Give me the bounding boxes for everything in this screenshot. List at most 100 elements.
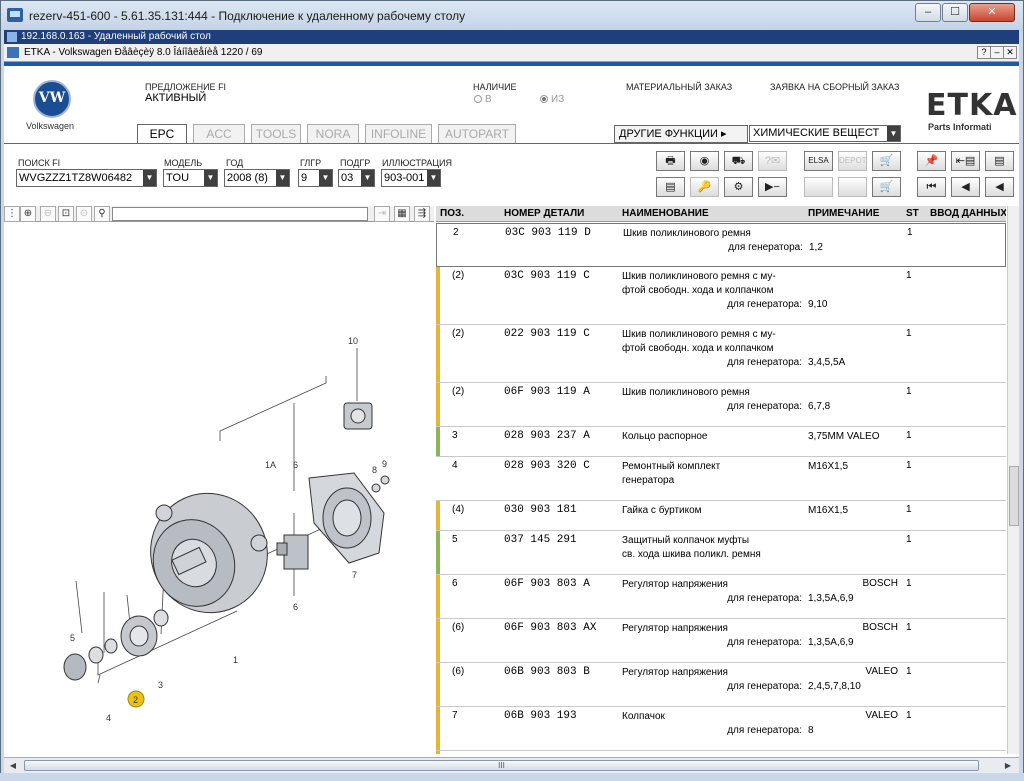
row-part-number[interactable]: 03C 903 119 C: [504, 270, 590, 282]
magnifier-icon[interactable]: ⚲: [94, 206, 110, 222]
zoom-in-icon[interactable]: ⊕: [20, 206, 36, 222]
tab-tools[interactable]: TOOLS: [251, 124, 301, 143]
assembly-order-link[interactable]: ЗАЯВКА НА СБОРНЫЙ ЗАКАЗ: [770, 82, 899, 92]
table-row[interactable]: (7)06B 903 193 BКолпачокVALEO1: [436, 751, 1006, 754]
illustration-select[interactable]: 903-001 ▼: [381, 169, 441, 187]
callout-3[interactable]: 3: [158, 680, 163, 690]
blank-button[interactable]: [804, 177, 833, 197]
exploded-view-drawing[interactable]: 10 1A 6 8 9 7 6 1 5 4 2 3: [4, 223, 434, 753]
expand-icon[interactable]: ⇶: [414, 206, 430, 222]
table-row[interactable]: (6) 06B 903 803 B Регулятор напряжения для …: [436, 663, 1006, 707]
help-mail-icon[interactable]: ?✉: [758, 151, 787, 171]
zoom-fit-icon[interactable]: ⊡: [58, 206, 74, 222]
material-order-link[interactable]: МАТЕРИАЛЬНЫЙ ЗАКАЗ: [626, 82, 732, 92]
row-part-number[interactable]: 06F 903 803 A: [504, 578, 590, 590]
copy-icon[interactable]: ⇥: [374, 206, 390, 222]
tab-infoline[interactable]: INFOLINE: [365, 124, 432, 143]
subgroup-select[interactable]: 03 ▼: [338, 169, 375, 187]
depot-icon[interactable]: DEPOT: [838, 151, 867, 171]
etka-close-button[interactable]: ✕: [1003, 46, 1017, 59]
prev-page-icon[interactable]: ◀: [951, 177, 980, 197]
row-part-number[interactable]: 022 903 119 C: [504, 328, 590, 340]
col-part-number[interactable]: НОМЕР ДЕТАЛИ: [504, 208, 584, 219]
row-part-number[interactable]: 03C 903 119 D: [505, 227, 591, 239]
truck-icon[interactable]: ⛟: [724, 151, 753, 171]
callout-1a[interactable]: 1A: [265, 460, 276, 470]
first-page-icon[interactable]: ⏮: [917, 177, 946, 197]
rdp-title-bar[interactable]: rezerv-451-600 - 5.61.35.131:444 - Подкл…: [1, 1, 1023, 31]
close-button[interactable]: ✕: [969, 3, 1015, 22]
vertical-scroll-thumb[interactable]: [1009, 466, 1019, 526]
chemicals-dropdown[interactable]: ХИМИЧЕСКИЕ ВЕЩЕСТ ▼: [749, 125, 901, 142]
drawing-search-field[interactable]: [112, 207, 368, 221]
print-icon[interactable]: 🖶: [656, 151, 685, 171]
tab-autopart[interactable]: AUTOPART: [438, 124, 516, 143]
vertical-scrollbar[interactable]: [1007, 206, 1019, 754]
table-row[interactable]: 5 037 145 291 Защитный колпачок муфты св. х…: [436, 531, 1006, 575]
row-part-number[interactable]: 06F 903 119 A: [504, 386, 590, 398]
play-minus-icon[interactable]: ▶−: [758, 177, 787, 197]
table-row[interactable]: (2) 03C 903 119 C Шкив поликлинового ремня…: [436, 267, 1006, 325]
etka-minimize-button[interactable]: ‒: [990, 46, 1004, 59]
row-part-number[interactable]: 06B 903 193: [504, 710, 577, 722]
blank-button[interactable]: [838, 177, 867, 197]
minimize-button[interactable]: ‒: [915, 3, 941, 22]
row-part-number[interactable]: 030 903 181: [504, 504, 577, 516]
zoom-reset-icon[interactable]: ⊙: [76, 206, 92, 222]
scroll-left-icon[interactable]: ◀: [6, 760, 20, 771]
scroll-right-icon[interactable]: ▶: [1001, 760, 1015, 771]
cart-add-icon[interactable]: 🛒: [872, 177, 901, 197]
callout-8[interactable]: 8: [372, 465, 377, 475]
tab-acc[interactable]: ACC: [193, 124, 245, 143]
main-group-select[interactable]: 9 ▼: [298, 169, 333, 187]
table-row[interactable]: 6 06F 903 803 A Регулятор напряжения для ге…: [436, 575, 1006, 619]
cart-icon[interactable]: 🛒: [872, 151, 901, 171]
model-select[interactable]: TOU ▼: [163, 169, 218, 187]
row-part-number[interactable]: 028 903 320 C: [504, 460, 590, 472]
col-data-entry[interactable]: ВВОД ДАННЫХ: [930, 208, 1006, 219]
availability-radio-v[interactable]: В: [474, 94, 492, 105]
table-row[interactable]: (4) 030 903 181 Гайка с буртиком M16X1,5 1: [436, 501, 1006, 531]
etka-title-bar[interactable]: ETKA - Volkswagen Ðåâèçèÿ 8.0 Îáíîâëåíèå…: [4, 44, 1019, 62]
table-row[interactable]: (2) 06F 903 119 A Шкив поликлинового ремня…: [436, 383, 1006, 427]
col-note[interactable]: ПРИМЕЧАНИЕ: [808, 208, 879, 219]
horizontal-scroll-thumb[interactable]: III: [24, 760, 979, 771]
drag-handle-icon[interactable]: ⋮: [4, 206, 20, 222]
key-icon[interactable]: 🔑: [690, 177, 719, 197]
table-row[interactable]: (2) 022 903 119 C Шкив поликлинового ремня…: [436, 325, 1006, 383]
col-name[interactable]: НАИМЕНОВАНИЕ: [622, 208, 709, 219]
maximize-button[interactable]: ☐: [942, 3, 968, 22]
callout-1[interactable]: 1: [233, 655, 238, 665]
table-row[interactable]: 7 06B 903 193 Колпачок для генератора: 8 VALE…: [436, 707, 1006, 751]
help-button[interactable]: ?: [977, 46, 991, 59]
vin-search-field[interactable]: WVGZZZ1TZ8W06482 ▼: [16, 169, 157, 187]
row-part-number[interactable]: 037 145 291: [504, 534, 577, 546]
back-list-icon[interactable]: ⇤▤: [951, 151, 980, 171]
callout-2[interactable]: 2: [133, 695, 138, 705]
tab-nora[interactable]: NORA: [307, 124, 359, 143]
col-st[interactable]: ST: [906, 208, 919, 219]
disc-icon[interactable]: ◉: [690, 151, 719, 171]
horizontal-scrollbar[interactable]: ◀ III ▶: [4, 757, 1019, 773]
callout-10[interactable]: 10: [348, 336, 358, 346]
col-pos[interactable]: ПОЗ.: [440, 208, 464, 219]
year-select[interactable]: 2008 (8) ▼: [224, 169, 290, 187]
callout-4[interactable]: 4: [106, 713, 111, 723]
row-part-number[interactable]: 06F 903 803 AX: [504, 622, 596, 634]
elsa-icon[interactable]: ELSA: [804, 151, 833, 171]
callout-6-bottom[interactable]: 6: [293, 602, 298, 612]
table-row[interactable]: 2 03C 903 119 D Шкив поликлинового ремня дл…: [436, 223, 1006, 267]
callout-7[interactable]: 7: [352, 570, 357, 580]
zoom-out-icon[interactable]: ⊖: [40, 206, 56, 222]
list-view-icon[interactable]: ▤: [985, 151, 1014, 171]
table-row[interactable]: 4 028 903 320 C Ремонтный комплект генерато…: [436, 457, 1006, 501]
other-functions-button[interactable]: ДРУГИЕ ФУНКЦИИ ▸: [614, 125, 748, 143]
availability-radio-iz[interactable]: ИЗ: [540, 94, 564, 105]
back-icon[interactable]: ◀: [985, 177, 1014, 197]
row-part-number[interactable]: 06B 903 803 B: [504, 666, 590, 678]
table-row[interactable]: (6) 06F 903 803 AX Регулятор напряжения для…: [436, 619, 1006, 663]
callout-5[interactable]: 5: [70, 633, 75, 643]
callout-9[interactable]: 9: [382, 459, 387, 469]
row-part-number[interactable]: 028 903 237 A: [504, 430, 590, 442]
tab-epc[interactable]: EPC: [137, 124, 187, 144]
